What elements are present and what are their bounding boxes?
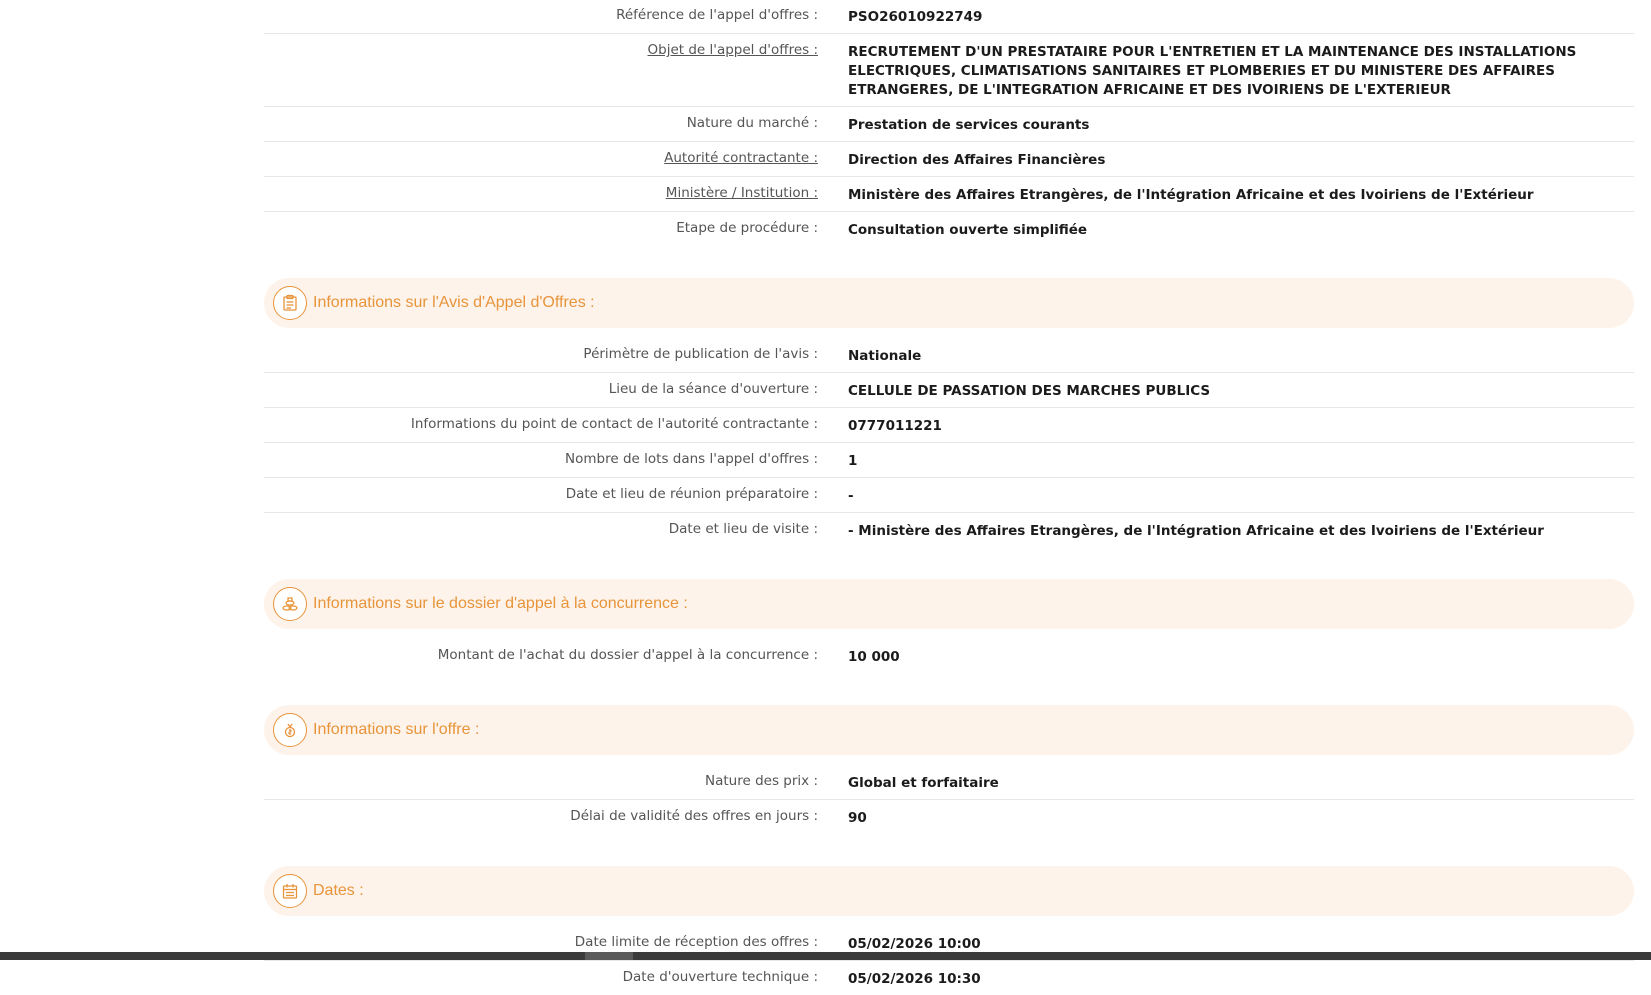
objet-link[interactable]: Objet de l'appel d'offres :	[264, 41, 819, 60]
detail-row: Date et lieu de réunion préparatoire : -	[264, 478, 1634, 513]
etape-value: Consultation ouverte simplifiée	[848, 222, 1088, 238]
reference-label: Référence de l'appel d'offres :	[616, 7, 818, 23]
nature-prix-value: Global et forfaitaire	[848, 775, 999, 791]
objet-value: RECRUTEMENT D'UN PRESTATAIRE POUR L'ENTR…	[848, 44, 1577, 98]
delai-value: 90	[848, 810, 867, 826]
date-limite-label: Date limite de réception des offres :	[574, 934, 818, 950]
visite-value: - Ministère des Affaires Etrangères, de …	[848, 523, 1544, 539]
detail-row: Référence de l'appel d'offres : PSO26010…	[264, 0, 1634, 34]
montant-label: Montant de l'achat du dossier d'appel à …	[437, 647, 818, 663]
avis-info: Périmètre de publication de l'avis : Nat…	[264, 338, 1634, 547]
autorite-value: Direction des Affaires Financières	[848, 152, 1106, 168]
detail-row: Informations du point de contact de l'au…	[264, 408, 1634, 443]
detail-row: Nature des prix : Global et forfaitaire	[264, 765, 1634, 800]
detail-row: Délai de validité des offres en jours : …	[264, 800, 1634, 834]
reunion-label: Date et lieu de réunion préparatoire :	[565, 486, 818, 502]
nature-prix-label: Nature des prix :	[705, 773, 818, 789]
detail-row: Nombre de lots dans l'appel d'offres : 1	[264, 443, 1634, 478]
contact-value: 0777011221	[848, 418, 942, 434]
reunion-value: -	[848, 488, 854, 504]
detail-row: Lieu de la séance d'ouverture : CELLULE …	[264, 373, 1634, 408]
detail-row: Montant de l'achat du dossier d'appel à …	[264, 639, 1634, 673]
detail-row: Date d'ouverture technique : 05/02/2026 …	[264, 961, 1634, 995]
offer-icon	[273, 713, 307, 747]
etape-label: Etape de procédure :	[676, 220, 818, 236]
date-ouverture-value: 05/02/2026 10:30	[848, 971, 981, 987]
reference-value: PSO26010922749	[848, 9, 983, 25]
detail-row: Autorité contractante : Direction des Af…	[264, 142, 1634, 177]
section-title: Informations sur le dossier d'appel à la…	[313, 595, 688, 612]
lieu-seance-value: CELLULE DE PASSATION DES MARCHES PUBLICS	[848, 383, 1211, 399]
visite-label: Date et lieu de visite :	[668, 521, 818, 537]
nombre-lots-value: 1	[848, 453, 858, 469]
calendar-icon	[273, 874, 307, 908]
perimetre-value: Nationale	[848, 348, 922, 364]
horizontal-scrollbar[interactable]	[0, 952, 1651, 960]
nature-marche-value: Prestation de services courants	[848, 117, 1090, 133]
date-limite-value: 05/02/2026 10:00	[848, 936, 981, 952]
nombre-lots-label: Nombre de lots dans l'appel d'offres :	[565, 451, 818, 467]
date-ouverture-label: Date d'ouverture technique :	[622, 969, 818, 985]
detail-row: Etape de procédure : Consultation ouvert…	[264, 212, 1634, 246]
detail-row: Ministère / Institution : Ministère des …	[264, 177, 1634, 212]
section-header-offre: Informations sur l'offre :	[264, 705, 1634, 755]
section-header-dates: Dates :	[264, 866, 1634, 916]
section-title: Informations sur l'Avis d'Appel d'Offres…	[313, 294, 595, 311]
section-title: Dates :	[313, 882, 364, 899]
dossier-info: Montant de l'achat du dossier d'appel à …	[264, 639, 1634, 673]
ministere-link[interactable]: Ministère / Institution :	[264, 184, 818, 203]
detail-row: Date et lieu de visite : - Ministère des…	[264, 513, 1634, 547]
montant-value: 10 000	[848, 649, 900, 665]
delai-label: Délai de validité des offres en jours :	[570, 808, 818, 824]
general-info: Référence de l'appel d'offres : PSO26010…	[264, 0, 1634, 246]
contact-label: Informations du point de contact de l'au…	[410, 416, 818, 432]
nature-marche-label: Nature du marché :	[686, 115, 818, 131]
tender-details: Référence de l'appel d'offres : PSO26010…	[264, 0, 1634, 995]
section-header-avis: Informations sur l'Avis d'Appel d'Offres…	[264, 278, 1634, 328]
coins-icon	[273, 587, 307, 621]
lieu-seance-label: Lieu de la séance d'ouverture :	[608, 381, 818, 397]
autorite-link[interactable]: Autorité contractante :	[264, 149, 818, 168]
section-title: Informations sur l'offre :	[313, 721, 480, 738]
perimetre-label: Périmètre de publication de l'avis :	[583, 346, 818, 362]
section-header-dossier: Informations sur le dossier d'appel à la…	[264, 579, 1634, 629]
detail-row: Nature du marché : Prestation de service…	[264, 107, 1634, 142]
detail-row: Objet de l'appel d'offres : RECRUTEMENT …	[264, 34, 1634, 107]
detail-row: Périmètre de publication de l'avis : Nat…	[264, 338, 1634, 373]
clipboard-icon	[273, 286, 307, 320]
scrollbar-thumb[interactable]	[585, 952, 633, 960]
dates-info: Date limite de réception des offres : 05…	[264, 926, 1634, 995]
ministere-value: Ministère des Affaires Etrangères, de l'…	[848, 187, 1534, 203]
offre-info: Nature des prix : Global et forfaitaire …	[264, 765, 1634, 834]
